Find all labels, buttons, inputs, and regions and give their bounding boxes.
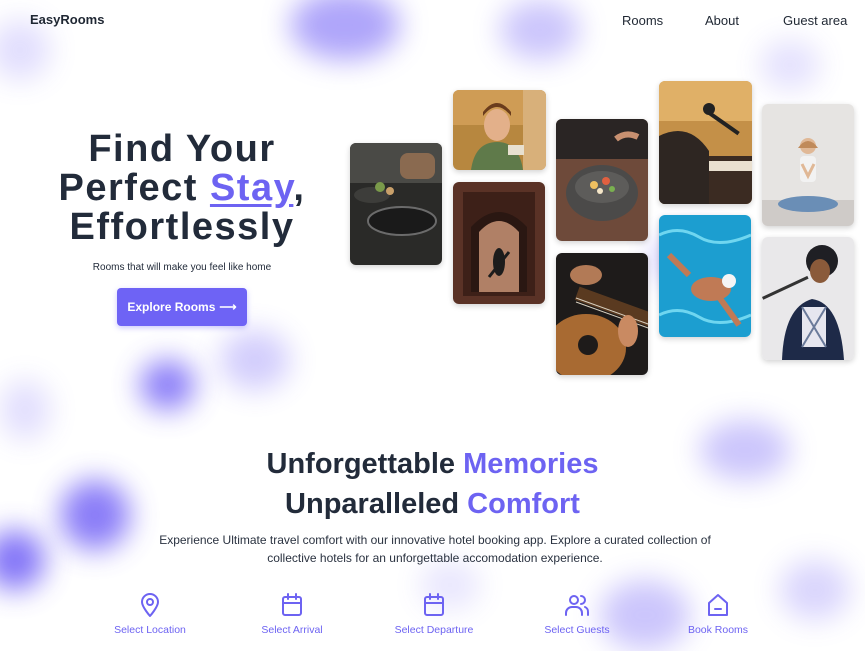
hero-title-line3: Effortlessly <box>69 206 295 248</box>
top-nav: EasyRooms Rooms About Guest area <box>0 0 865 40</box>
photo-cooking <box>350 143 442 265</box>
photo-yoga <box>762 104 854 226</box>
feature-label: Select Guests <box>544 624 610 636</box>
hero-title-accent: Stay <box>209 167 294 209</box>
explore-rooms-button[interactable]: Explore Rooms ⟶ <box>117 288 247 326</box>
calendar-icon <box>424 593 444 616</box>
explore-rooms-label: Explore Rooms <box>127 300 216 314</box>
photo-guitar <box>556 253 648 375</box>
hero-subtitle: Rooms that will make you feel like home <box>92 262 272 273</box>
feature-select-location[interactable]: Select Location <box>90 592 210 636</box>
photo-food-bowl <box>556 119 648 241</box>
section-title-line2: Unparalleled Comfort <box>0 484 865 524</box>
section-title-line1: Unforgettable Memories <box>0 444 865 484</box>
feature-select-departure[interactable]: Select Departure <box>374 592 494 636</box>
hero-title-line1: Find Your <box>88 128 276 170</box>
section-line2-prefix: Unparalleled <box>285 488 468 520</box>
feature-book-rooms[interactable]: Book Rooms <box>658 592 778 636</box>
map-pin-icon <box>141 593 159 617</box>
hero-title-line2-prefix: Perfect <box>58 167 210 209</box>
photo-swimmer <box>659 215 751 337</box>
nav-link-about[interactable]: About <box>705 13 739 28</box>
photo-woman-portrait <box>453 90 546 170</box>
photo-piano-singer <box>659 81 752 204</box>
section-line2-accent: Comfort <box>467 488 580 520</box>
section-description: Experience Ultimate travel comfort with … <box>159 533 711 565</box>
nav-link-rooms[interactable]: Rooms <box>622 13 663 28</box>
section-line1-prefix: Unforgettable <box>266 448 464 480</box>
feature-label: Select Departure <box>394 624 474 636</box>
users-icon <box>565 595 589 616</box>
feature-select-guests[interactable]: Select Guests <box>517 592 637 636</box>
section-line1-accent: Memories <box>463 448 599 480</box>
home-icon <box>708 594 728 616</box>
calendar-icon <box>282 593 302 616</box>
feature-label: Select Arrival <box>261 624 323 636</box>
nav-link-guest-area[interactable]: Guest area <box>783 13 847 28</box>
photo-dancers-doorway <box>453 182 545 304</box>
photo-singer-mic <box>762 237 854 360</box>
hero-title-line2-suffix: , <box>293 167 306 209</box>
arrow-right-icon: ⟶ <box>219 300 237 314</box>
feature-label: Select Location <box>114 624 186 636</box>
feature-label: Book Rooms <box>687 624 749 636</box>
feature-select-arrival[interactable]: Select Arrival <box>232 592 352 636</box>
brand-logo[interactable]: EasyRooms <box>30 12 104 27</box>
hero-title: Find Your Perfect Stay, Effortlessly <box>22 130 342 247</box>
